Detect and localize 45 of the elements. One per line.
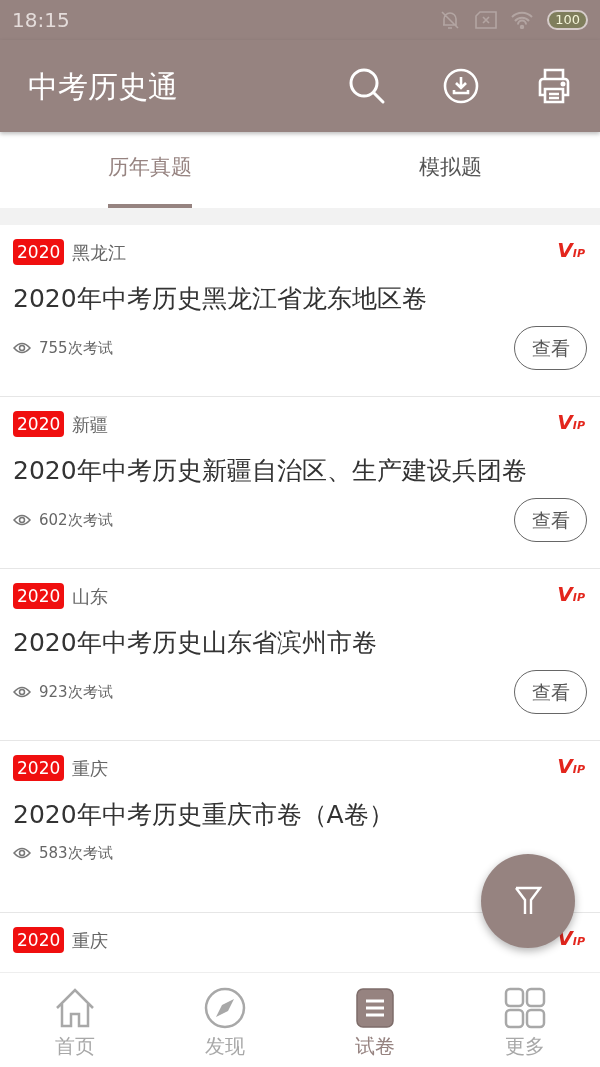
status-time: 18:15 [12,7,70,34]
search-icon[interactable] [348,67,386,105]
grid-icon [504,987,546,1029]
printer-icon[interactable] [536,68,572,104]
year-tag: 2020 [13,755,65,781]
vip-label: VIP [557,412,585,436]
year-tag: 2020 [13,239,65,265]
paper-title: 2020年中考历史黑龙江省龙东地区卷 [13,283,428,315]
attempt-count: 755次考试 [39,337,114,359]
sim-icon [475,11,498,29]
wifi-icon [511,11,534,29]
eye-icon [13,514,31,526]
region-label: 重庆 [72,756,110,781]
year-tag: 2020 [13,411,65,437]
region-label: 新疆 [72,412,110,437]
attempt-count: 583次考试 [39,843,114,864]
nav-item[interactable]: 试卷 [300,973,450,1067]
paper-card[interactable]: 2020 山东 VIP 2020年中考历史山东省滨州市卷 923次考试 查看 [0,569,600,741]
eye-icon [13,847,31,860]
app-title: 中考历史通 [28,67,179,106]
eye-icon [13,686,31,698]
attempt-count: 602次考试 [39,509,114,531]
paper-title: 2020年中考历史山东省滨州市卷 [13,627,378,659]
vip-label: VIP [557,584,585,608]
battery-indicator: 100 [547,10,588,30]
attempt-count: 923次考试 [39,681,114,703]
compass-icon [204,987,246,1029]
paper-card[interactable]: 2020 黑龙江 VIP 2020年中考历史黑龙江省龙东地区卷 755次考试 查看 [0,225,600,397]
region-label: 黑龙江 [72,240,128,265]
paper-title: 2020年中考历史重庆市卷（A卷） [13,799,395,831]
year-tag: 2020 [13,583,65,609]
vip-label: VIP [557,756,585,780]
filter-button[interactable] [481,854,575,948]
vip-label: VIP [557,240,585,264]
paper-title: 2020年中考历史新疆自治区、生产建设兵团卷 [13,455,528,487]
eye-icon [13,342,31,354]
tab[interactable]: 模拟题 [418,132,482,208]
paper-card[interactable]: 2020 新疆 VIP 2020年中考历史新疆自治区、生产建设兵团卷 602次考试 查看 [0,397,600,569]
download-icon[interactable] [443,68,479,104]
document-icon [354,987,396,1029]
year-tag: 2020 [13,927,65,953]
filter-icon [514,886,542,916]
region-label: 山东 [72,584,110,609]
region-label: 重庆 [72,928,110,953]
home-icon [54,987,96,1029]
